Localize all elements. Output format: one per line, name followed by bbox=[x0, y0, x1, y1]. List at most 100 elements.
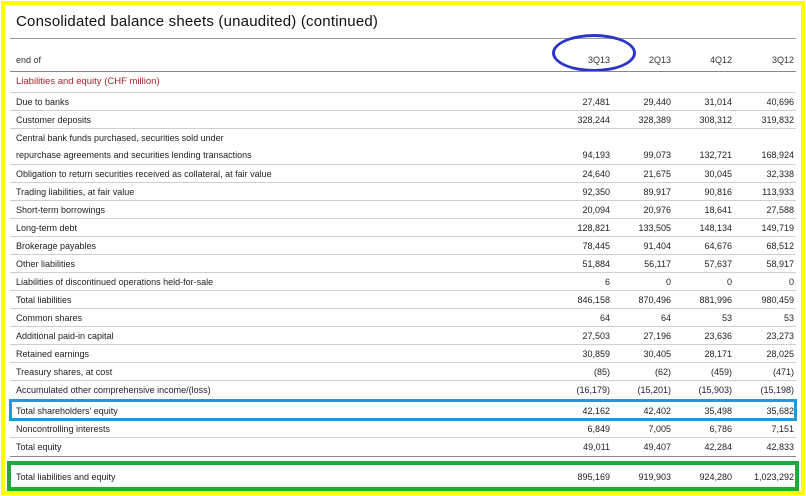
table-row: Additional paid-in capital 27,503 27,196 23… bbox=[10, 326, 796, 344]
header-divider bbox=[10, 71, 796, 72]
table-row: Common shares 64 64 53 53 bbox=[10, 308, 796, 326]
row-label: Liabilities of discontinued operations h… bbox=[16, 277, 214, 287]
row-value: 68,512 bbox=[766, 241, 794, 251]
row-label: Customer deposits bbox=[16, 115, 92, 125]
row-value: 89,917 bbox=[643, 187, 671, 197]
row-value: 27,503 bbox=[582, 331, 610, 341]
row-value: 27,588 bbox=[766, 205, 794, 215]
row-value: 64,676 bbox=[704, 241, 732, 251]
row-label: Treasury shares, at cost bbox=[16, 367, 113, 377]
col-header-4q12: 4Q12 bbox=[709, 55, 732, 65]
row-value: 870,496 bbox=[638, 295, 671, 305]
table-row: Customer deposits 328,244 328,389 308,312 31… bbox=[10, 110, 796, 128]
row-label: Obligation to return securities received… bbox=[16, 169, 272, 179]
table-row: Total liabilities 846,158 870,496 881,996 98… bbox=[10, 290, 796, 308]
row-label: Common shares bbox=[16, 313, 83, 323]
row-value: 64 bbox=[660, 313, 671, 323]
table-row: Other liabilities 51,884 56,117 57,637 58,91… bbox=[10, 254, 796, 272]
row-value: 980,459 bbox=[761, 295, 794, 305]
row-value: 90,816 bbox=[704, 187, 732, 197]
row-value: 168,924 bbox=[761, 150, 794, 160]
table-row: Noncontrolling interests 6,849 7,005 6,786 7… bbox=[10, 419, 796, 437]
row-value: 23,636 bbox=[704, 331, 732, 341]
row-value: 0 bbox=[726, 277, 732, 287]
table-row: Trading liabilities, at fair value 92,350… bbox=[10, 182, 796, 200]
row-value: 881,996 bbox=[699, 295, 732, 305]
row-value: 56,117 bbox=[644, 259, 671, 269]
row-value: 7,005 bbox=[648, 424, 671, 434]
row-value: (62) bbox=[654, 367, 671, 377]
row-value: 328,389 bbox=[638, 115, 671, 125]
row-label: Brokerage payables bbox=[16, 241, 97, 251]
row-label: Other liabilities bbox=[16, 259, 76, 269]
row-value: 99,073 bbox=[643, 150, 671, 160]
row-label: Accumulated other comprehensive income/(… bbox=[16, 385, 211, 395]
row-value: 57,637 bbox=[704, 259, 732, 269]
row-value: 42,284 bbox=[704, 442, 732, 452]
row-label: Central bank funds purchased, securities… bbox=[16, 133, 224, 143]
blue-highlight-box bbox=[9, 399, 797, 421]
row-value: (459) bbox=[710, 367, 732, 377]
table-row: Due to banks 27,481 29,440 31,014 40,696 bbox=[10, 92, 796, 110]
row-value: 148,134 bbox=[699, 223, 732, 233]
row-value: 133,505 bbox=[638, 223, 671, 233]
row-value: 132,721 bbox=[699, 150, 732, 160]
table-row: Treasury shares, at cost (85) (62) (459) (47… bbox=[10, 362, 796, 380]
row-label: Trading liabilities, at fair value bbox=[16, 187, 135, 197]
page-title: Consolidated balance sheets (unaudited) … bbox=[16, 13, 379, 30]
row-value: 27,196 bbox=[643, 331, 671, 341]
total-divider bbox=[10, 456, 796, 457]
table-row: Central bank funds purchased, securities… bbox=[10, 128, 796, 164]
row-label: Noncontrolling interests bbox=[16, 424, 111, 434]
row-label: Total equity bbox=[16, 442, 62, 452]
row-value: 28,171 bbox=[704, 349, 732, 359]
row-value: (471) bbox=[772, 367, 794, 377]
row-value: 6,849 bbox=[587, 424, 610, 434]
row-value: 6 bbox=[604, 277, 610, 287]
row-value: (15,201) bbox=[637, 385, 671, 395]
row-value: 49,011 bbox=[583, 442, 610, 452]
row-value: 30,859 bbox=[582, 349, 610, 359]
row-value: 7,151 bbox=[771, 424, 794, 434]
row-value: 319,832 bbox=[761, 115, 794, 125]
row-value: 32,338 bbox=[766, 169, 794, 179]
row-value: 20,976 bbox=[643, 205, 671, 215]
row-value: 91,404 bbox=[643, 241, 671, 251]
row-value: 128,821 bbox=[577, 223, 610, 233]
section-title: Liabilities and equity (CHF million) bbox=[16, 76, 160, 87]
row-value: 6,786 bbox=[709, 424, 732, 434]
row-label: Total liabilities bbox=[16, 295, 72, 305]
row-value: 58,917 bbox=[766, 259, 794, 269]
title-divider bbox=[10, 38, 796, 39]
row-value: 40,696 bbox=[766, 97, 794, 107]
row-value: 0 bbox=[788, 277, 794, 287]
row-value: 53 bbox=[783, 313, 794, 323]
row-value: 92,350 bbox=[582, 187, 610, 197]
row-value: 18,641 bbox=[704, 205, 732, 215]
table-row: Retained earnings 30,859 30,405 28,171 28,02… bbox=[10, 344, 796, 362]
row-value: 64 bbox=[599, 313, 610, 323]
blue-ellipse-annotation bbox=[552, 34, 636, 72]
table-row: Liabilities of discontinued operations h… bbox=[10, 272, 796, 290]
table-row: Short-term borrowings 20,094 20,976 18,641 2… bbox=[10, 200, 796, 218]
row-value: 30,405 bbox=[643, 349, 671, 359]
row-label: Long-term debt bbox=[16, 223, 78, 233]
row-label: Additional paid-in capital bbox=[16, 331, 114, 341]
row-value: (85) bbox=[593, 367, 610, 377]
row-value: (15,198) bbox=[760, 385, 794, 395]
row-value: 53 bbox=[721, 313, 732, 323]
table-row: Obligation to return securities received… bbox=[10, 164, 796, 182]
row-value: 21,675 bbox=[643, 169, 671, 179]
row-value: 78,445 bbox=[582, 241, 610, 251]
row-label-continued: repurchase agreements and securities len… bbox=[16, 150, 252, 160]
row-value: 20,094 bbox=[582, 205, 610, 215]
row-value: 29,440 bbox=[643, 97, 671, 107]
row-value: 846,158 bbox=[577, 295, 610, 305]
row-value: 28,025 bbox=[766, 349, 794, 359]
row-value: 113,933 bbox=[762, 187, 794, 197]
row-value: 0 bbox=[665, 277, 671, 287]
row-label: Short-term borrowings bbox=[16, 205, 106, 215]
row-value: 31,014 bbox=[704, 97, 732, 107]
row-label: Retained earnings bbox=[16, 349, 90, 359]
row-value: 149,719 bbox=[761, 223, 794, 233]
